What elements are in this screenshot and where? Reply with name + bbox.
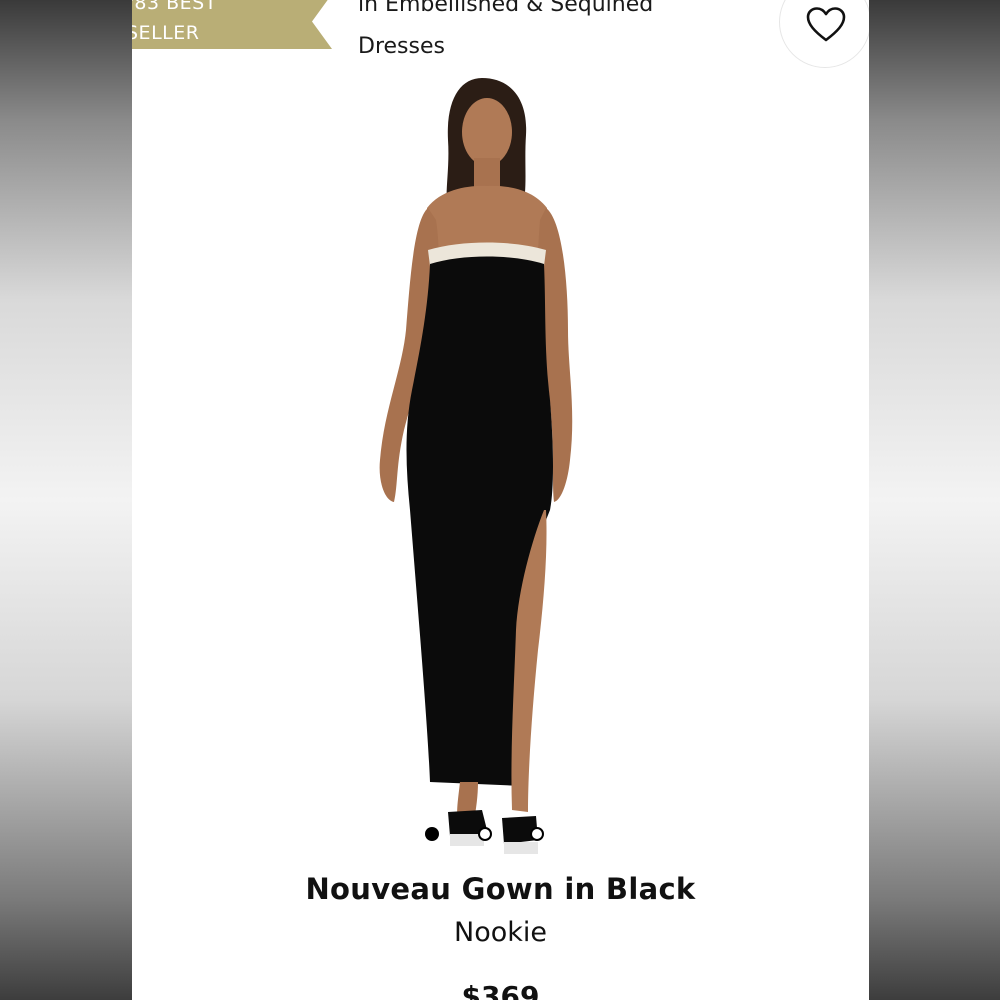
- carousel-dot-3[interactable]: [530, 827, 544, 841]
- favorite-button[interactable]: [779, 0, 869, 68]
- blurred-left-margin: [0, 0, 132, 1000]
- product-title: Nouveau Gown in Black: [305, 872, 696, 906]
- best-seller-badge: #83 BEST SELLER: [132, 0, 332, 49]
- badge-label-text: SELLER: [132, 22, 200, 44]
- category-line-1: in Embellished & Sequined: [358, 0, 654, 17]
- badge-rank-text: #83 BEST: [132, 0, 217, 14]
- carousel-dot-1[interactable]: [425, 827, 439, 841]
- heart-outline-icon: [806, 7, 846, 42]
- category-link[interactable]: in Embellished & Sequined Dresses: [358, 0, 738, 68]
- screenshot-frame: #83 BEST SELLER in Embellished & Sequine…: [0, 0, 1000, 1000]
- blurred-right-margin: [869, 0, 1000, 1000]
- category-line-2: Dresses: [358, 34, 445, 59]
- carousel-dot-2[interactable]: [478, 827, 492, 841]
- product-image[interactable]: [332, 70, 662, 860]
- product-brand[interactable]: Nookie: [132, 917, 869, 948]
- product-price: $369: [461, 980, 540, 1000]
- product-page: #83 BEST SELLER in Embellished & Sequine…: [132, 0, 869, 1000]
